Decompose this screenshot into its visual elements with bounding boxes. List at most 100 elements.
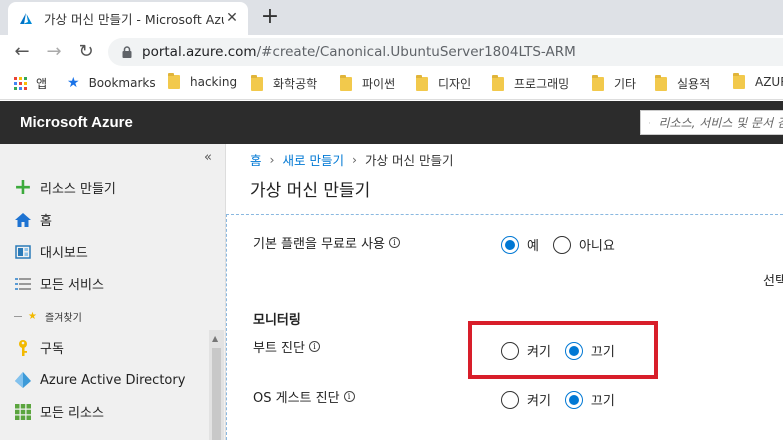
search-icon xyxy=(649,121,651,124)
tab-title: 가상 머신 만들기 - Microsoft Azure xyxy=(44,12,224,27)
bookmark-python[interactable]: 파이썬 xyxy=(340,74,396,92)
sidebar: « + 리소스 만들기 홈 대시보드 모든 서비스 ★ 즐겨찾기 구독 Azur… xyxy=(0,144,226,440)
forward-icon[interactable]: → xyxy=(42,40,66,64)
search-input[interactable]: 리소스, 서비스 및 문서 검색 xyxy=(640,110,783,135)
star-icon: ★ xyxy=(67,75,80,91)
grid-icon xyxy=(14,403,32,421)
star-icon: ★ xyxy=(28,311,37,322)
sidebar-item-all-resources[interactable]: 모든 리소스 xyxy=(14,402,104,421)
plus-icon: + xyxy=(13,175,33,200)
aad-icon xyxy=(14,371,32,389)
dashboard-icon xyxy=(14,243,32,261)
os-diag-radio-group: 켜기 끄기 xyxy=(501,390,629,409)
os-diag-off-option[interactable]: 끄기 xyxy=(564,390,615,409)
bookmark-design[interactable]: 디자인 xyxy=(416,74,472,92)
os-diag-text: OS 게스트 진단 xyxy=(253,391,340,406)
screen: 가상 머신 만들기 - Microsoft Azure ✕ + ← → ↻ po… xyxy=(0,0,783,440)
os-diag-on-option[interactable]: 켜기 xyxy=(501,390,551,409)
basic-plan-yes-option[interactable]: 예 xyxy=(501,235,539,254)
bookmark-label: 실용적 xyxy=(677,77,711,91)
sidebar-item-dashboard[interactable]: 대시보드 xyxy=(14,242,88,261)
bookmark-label: 파이썬 xyxy=(362,77,396,91)
sidebar-item-label: 대시보드 xyxy=(40,246,88,261)
collapse-sidebar-icon[interactable]: « xyxy=(204,150,212,165)
scroll-up-icon[interactable]: ▲ xyxy=(212,334,218,343)
radio-off[interactable] xyxy=(564,390,583,409)
bookmark-apps[interactable]: 앱 xyxy=(14,75,47,92)
browser-tab[interactable]: 가상 머신 만들기 - Microsoft Azure ✕ xyxy=(8,2,248,35)
bookmark-bookmarks[interactable]: ★ Bookmarks xyxy=(67,75,156,91)
azure-header: Microsoft Azure 리소스, 서비스 및 문서 검색 xyxy=(0,101,783,144)
address-bar[interactable]: portal.azure.com/#create/Canonical.Ubunt… xyxy=(108,38,783,66)
divider xyxy=(14,316,22,317)
boot-diag-label: 부트 진단 i xyxy=(253,337,320,356)
sidebar-item-create-resource[interactable]: + 리소스 만들기 xyxy=(13,175,116,200)
back-icon[interactable]: ← xyxy=(10,40,34,64)
folder-icon xyxy=(251,74,263,91)
bookmark-practical[interactable]: 실용적 xyxy=(655,74,711,92)
bookmark-chem[interactable]: 화학공학 xyxy=(251,74,317,92)
folder-icon xyxy=(592,74,604,91)
bookmark-hacking[interactable]: hacking xyxy=(168,73,237,89)
sidebar-item-label: 모든 리소스 xyxy=(40,406,104,421)
page-title: 가상 머신 만들기 xyxy=(250,181,371,201)
folder-icon xyxy=(492,74,504,91)
apps-grid-icon xyxy=(14,76,27,90)
home-icon xyxy=(14,211,32,229)
info-icon[interactable]: i xyxy=(343,391,355,402)
reload-icon[interactable]: ↻ xyxy=(74,40,98,64)
info-icon[interactable]: i xyxy=(308,341,320,352)
highlight-box xyxy=(468,321,658,379)
scrollbar-thumb[interactable] xyxy=(212,348,221,440)
bookmark-etc[interactable]: 기타 xyxy=(592,74,637,92)
url-text: portal.azure.com/#create/Canonical.Ubunt… xyxy=(142,44,576,60)
sidebar-item-label: 리소스 만들기 xyxy=(40,182,116,197)
search-placeholder: 리소스, 서비스 및 문서 검색 xyxy=(658,116,783,130)
folder-icon xyxy=(340,74,352,91)
folder-icon xyxy=(655,74,667,91)
close-tab-icon[interactable]: ✕ xyxy=(224,10,240,26)
os-diag-label: OS 게스트 진단 i xyxy=(253,387,355,406)
main-content: 홈 › 새로 만들기 › 가상 머신 만들기 가상 머신 만들기 기본 플랜을 … xyxy=(226,144,783,440)
radio-yes[interactable] xyxy=(501,235,519,254)
breadcrumb-home[interactable]: 홈 xyxy=(250,150,262,169)
sidebar-item-all-services[interactable]: 모든 서비스 xyxy=(14,274,104,293)
basic-plan-radio-group: 예 아니요 xyxy=(501,235,629,254)
folder-icon xyxy=(168,73,180,89)
sidebar-item-home[interactable]: 홈 xyxy=(14,210,52,229)
sidebar-item-label: 홈 xyxy=(40,214,52,229)
sidebar-item-label: 모든 서비스 xyxy=(40,278,104,293)
bookmark-programming[interactable]: 프로그래밍 xyxy=(492,74,570,92)
option-label: 끄기 xyxy=(590,394,615,409)
sidebar-item-subscriptions[interactable]: 구독 xyxy=(14,338,64,357)
brand-title[interactable]: Microsoft Azure xyxy=(20,114,133,131)
breadcrumb-new[interactable]: 새로 만들기 xyxy=(283,150,344,169)
sidebar-item-label: 구독 xyxy=(40,342,64,357)
basic-plan-no-option[interactable]: 아니요 xyxy=(552,235,615,254)
browser-toolbar: ← → ↻ portal.azure.com/#create/Canonical… xyxy=(0,35,783,68)
new-tab-icon[interactable]: + xyxy=(258,4,282,30)
bookmark-label: 프로그래밍 xyxy=(514,77,570,91)
boot-diag-text: 부트 진단 xyxy=(253,341,305,356)
sidebar-item-aad[interactable]: Azure Active Directory xyxy=(14,371,185,389)
radio-no[interactable] xyxy=(552,235,571,254)
key-icon xyxy=(14,339,32,357)
info-icon[interactable]: i xyxy=(389,237,400,248)
sidebar-item-label: Azure Active Directory xyxy=(40,372,186,388)
option-label: 아니요 xyxy=(578,239,615,254)
option-label: 예 xyxy=(527,239,539,254)
bookmark-azure[interactable]: AZURE xyxy=(733,73,783,89)
bookmark-label: 앱 xyxy=(36,77,48,91)
basic-plan-text: 기본 플랜을 무료로 사용 xyxy=(253,237,385,252)
tab-strip: 가상 머신 만들기 - Microsoft Azure ✕ + xyxy=(0,0,783,35)
breadcrumb-current: 가상 머신 만들기 xyxy=(365,153,454,168)
bookmark-label: 디자인 xyxy=(438,77,472,91)
bookmark-label: 기타 xyxy=(614,77,637,91)
bookmark-label: Bookmarks xyxy=(88,76,156,90)
basic-plan-label: 기본 플랜을 무료로 사용 i xyxy=(253,233,400,252)
radio-on[interactable] xyxy=(501,390,519,409)
chevron-right-icon: › xyxy=(269,152,275,167)
sidebar-scrollbar[interactable]: ▲ xyxy=(209,330,224,440)
folder-icon xyxy=(733,73,745,89)
select-text[interactable]: 선택 xyxy=(763,270,783,289)
